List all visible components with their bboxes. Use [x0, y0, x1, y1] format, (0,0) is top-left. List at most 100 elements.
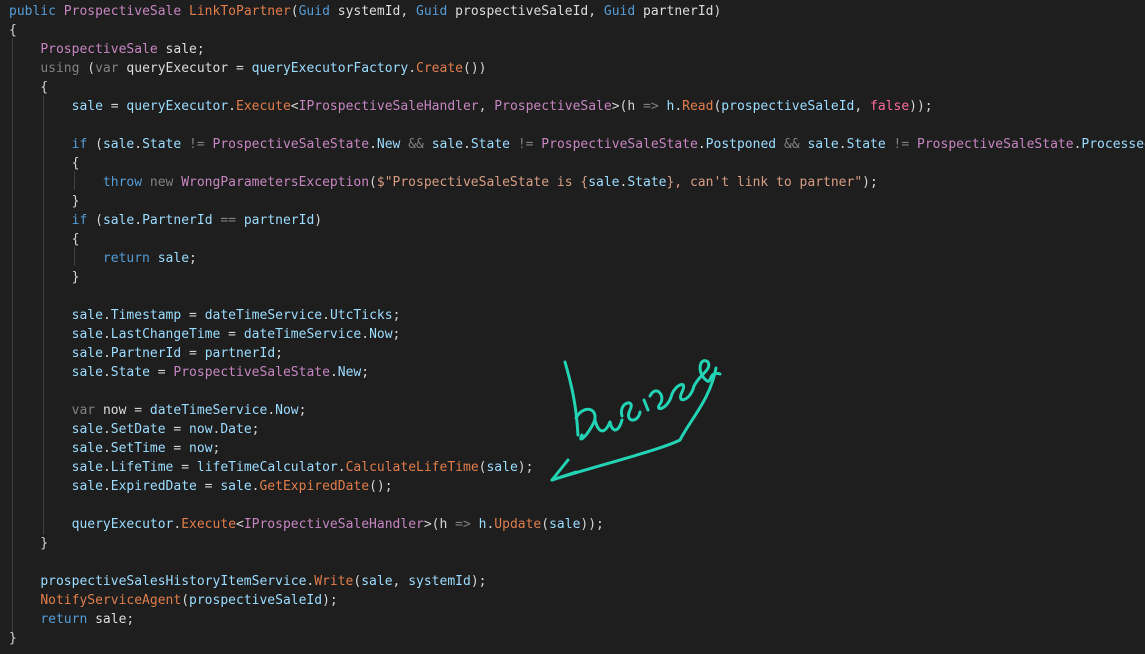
code-token: SetTime: [110, 441, 166, 456]
code-line[interactable]: return sale;: [9, 249, 197, 268]
code-token: var: [71, 403, 103, 418]
code-token: LinkToPartner: [189, 4, 291, 19]
code-line[interactable]: sale.PartnerId = partnerId;: [9, 344, 283, 363]
code-token: =: [220, 327, 244, 342]
code-token: ProspectiveSale: [40, 42, 166, 57]
code-line[interactable]: prospectiveSalesHistoryItemService.Write…: [9, 572, 486, 591]
code-token: ProspectiveSaleState: [541, 137, 698, 152]
code-token: =: [196, 479, 221, 494]
code-line[interactable]: sale.State = ProspectiveSaleState.New;: [9, 363, 369, 382]
code-token: =: [173, 460, 197, 475]
code-token: .: [361, 327, 370, 342]
code-token: State: [470, 137, 510, 152]
code-token: sale: [71, 422, 103, 437]
code-line[interactable]: if (sale.PartnerId == partnerId): [9, 211, 323, 230]
code-token: );: [322, 593, 338, 608]
code-token: ,: [478, 99, 495, 114]
code-token: Guid: [416, 4, 456, 19]
code-token: sale: [220, 479, 252, 494]
code-line[interactable]: queryExecutor.Execute<IProspectiveSaleHa…: [9, 515, 604, 534]
code-token: =>: [455, 517, 471, 532]
code-line[interactable]: sale.Timestamp = dateTimeService.UtcTick…: [9, 306, 401, 325]
code-line[interactable]: }: [9, 534, 48, 553]
code-token: queryExecutor: [126, 61, 229, 76]
code-token: .: [134, 213, 143, 228]
code-line[interactable]: sale = queryExecutor.Execute<IProspectiv…: [9, 97, 933, 116]
code-line[interactable]: throw new WrongParametersException($"Pro…: [9, 173, 878, 192]
code-token: ;: [196, 42, 205, 57]
code-token: State: [846, 137, 886, 152]
code-line[interactable]: {: [9, 230, 80, 249]
code-token: IProspectiveSaleHandler: [298, 99, 479, 114]
code-token: }: [9, 536, 49, 551]
code-line[interactable]: return sale;: [9, 610, 134, 629]
code-token: dateTimeService: [243, 327, 362, 342]
code-token: UtcTicks: [329, 308, 393, 323]
code-token: sale: [431, 137, 464, 152]
code-token: {: [9, 232, 80, 247]
code-token: State: [142, 137, 182, 152]
code-token: .: [102, 308, 111, 323]
code-token: sale: [95, 612, 127, 627]
code-line[interactable]: using (var queryExecutor = queryExecutor…: [9, 59, 486, 78]
code-token: Create: [416, 61, 463, 76]
code-token: ()): [463, 61, 487, 76]
code-line[interactable]: {: [9, 21, 17, 40]
code-line[interactable]: sale.ExpiredDate = sale.GetExpiredDate()…: [9, 477, 393, 496]
code-line[interactable]: }: [9, 268, 80, 287]
code-token: $"ProspectiveSaleState is {: [376, 175, 589, 190]
code-line[interactable]: {: [9, 78, 48, 97]
code-line[interactable]: }: [9, 192, 80, 211]
code-line[interactable]: sale.SetDate = now.Date;: [9, 420, 260, 439]
code-line[interactable]: sale.LifeTime = lifeTimeCalculator.Calcu…: [9, 458, 534, 477]
code-token: >(h: [423, 517, 456, 532]
code-token: LifeTime: [110, 460, 174, 475]
code-token: ==: [220, 213, 237, 228]
code-line[interactable]: }: [9, 629, 17, 648]
code-token: sale: [588, 175, 620, 190]
code-line[interactable]: if (sale.State != ProspectiveSaleState.N…: [9, 135, 1145, 154]
code-editor[interactable]: public ProspectiveSale LinkToPartner ( Gui…: [0, 0, 1145, 654]
code-token: now: [189, 441, 213, 456]
code-line[interactable]: ProspectiveSale sale;: [9, 40, 205, 59]
code-token: ExpiredDate: [110, 479, 197, 494]
code-token: dateTimeService: [204, 308, 323, 323]
code-token: <: [290, 99, 299, 114]
code-line[interactable]: sale.LastChangeTime = dateTimeService.No…: [9, 325, 401, 344]
code-line[interactable]: {: [9, 154, 80, 173]
code-token: public: [9, 4, 64, 19]
code-line[interactable]: sale.SetTime = now;: [9, 439, 221, 458]
code-token: }: [9, 194, 80, 209]
code-token: partnerId: [204, 346, 276, 361]
code-line[interactable]: public ProspectiveSale LinkToPartner(Gui…: [9, 2, 721, 21]
code-token: }: [9, 270, 80, 285]
code-token: (: [369, 175, 377, 190]
code-token: =: [228, 61, 252, 76]
code-token: now: [102, 403, 127, 418]
code-token: sale: [102, 213, 135, 228]
code-token: sale: [71, 327, 103, 342]
code-token: ProspectiveSaleState: [212, 137, 370, 152]
code-token: =: [165, 422, 190, 437]
code-token: sale: [71, 99, 103, 114]
code-token: ,: [854, 99, 871, 114]
code-token: sale: [71, 460, 103, 475]
code-token: =: [102, 99, 127, 114]
code-line[interactable]: var now = dateTimeService.Now;: [9, 401, 307, 420]
code-token: );: [470, 574, 487, 589]
code-token: (: [541, 517, 550, 532]
code-line[interactable]: NotifyServiceAgent(prospectiveSaleId);: [9, 591, 338, 610]
code-token: .: [102, 460, 111, 475]
code-token: New: [337, 365, 362, 380]
